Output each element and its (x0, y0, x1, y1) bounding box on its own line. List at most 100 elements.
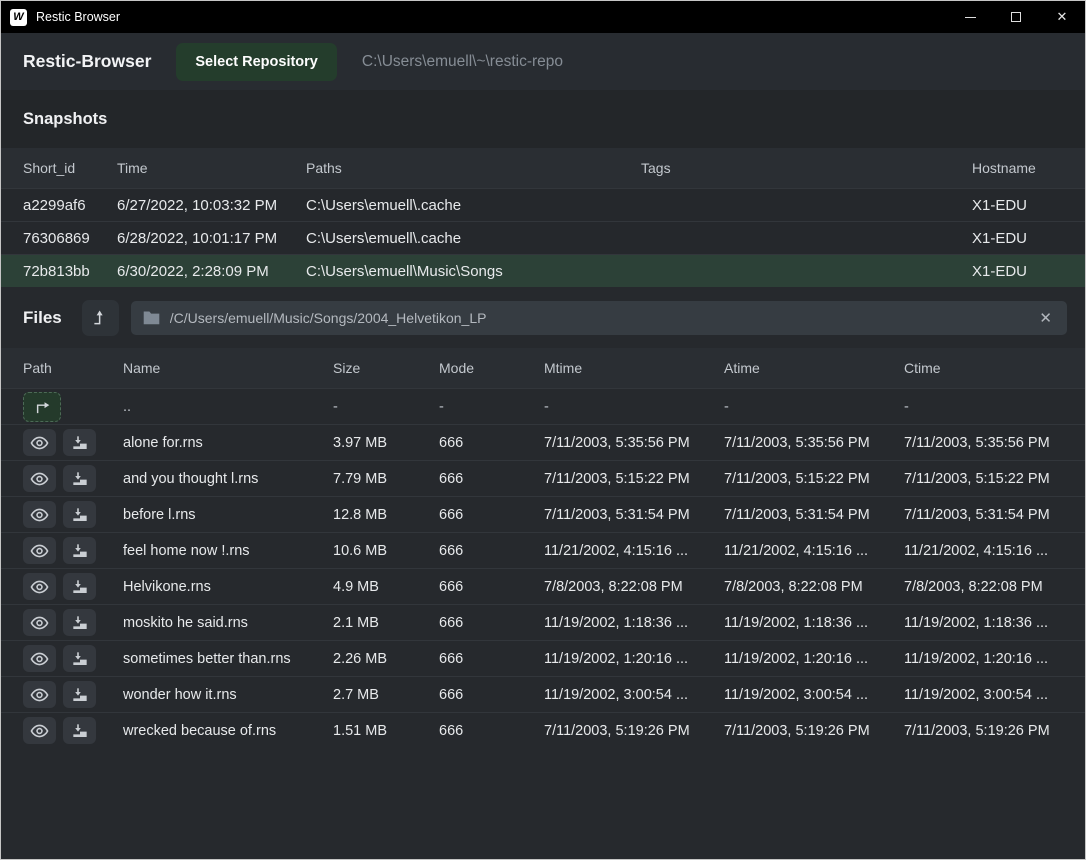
go-parent-button[interactable] (23, 392, 61, 422)
app-header: Restic-Browser Select Repository C:\User… (1, 33, 1085, 90)
snapshots-title: Snapshots (23, 110, 107, 129)
col-size: Size (333, 360, 439, 376)
snapshot-time: 6/27/2022, 10:03:32 PM (117, 197, 306, 214)
preview-file-button[interactable] (23, 537, 56, 564)
file-mtime: 7/8/2003, 8:22:08 PM (544, 579, 724, 595)
file-atime: 7/11/2003, 5:35:56 PM (724, 435, 904, 451)
app-window: W Restic Browser ✕ Restic-Browser Select… (0, 0, 1086, 860)
col-name: Name (123, 360, 333, 376)
restore-file-button[interactable] (63, 717, 96, 744)
preview-file-button[interactable] (23, 609, 56, 636)
file-size: 3.97 MB (333, 435, 439, 451)
file-atime: 7/11/2003, 5:15:22 PM (724, 471, 904, 487)
file-mtime: 11/19/2002, 3:00:54 ... (544, 687, 724, 703)
snapshot-hostname: X1-EDU (972, 263, 1085, 280)
preview-file-button[interactable] (23, 429, 56, 456)
file-name: before l.rns (123, 507, 333, 523)
download-icon (72, 471, 88, 487)
file-mtime: 7/11/2003, 5:15:22 PM (544, 471, 724, 487)
snapshot-paths: C:\Users\emuell\.cache (306, 197, 641, 214)
current-path-field[interactable]: /C/Users/emuell/Music/Songs/2004_Helveti… (131, 301, 1067, 335)
col-paths: Paths (306, 160, 641, 176)
file-mode: 666 (439, 651, 544, 667)
snapshot-short-id: a2299af6 (23, 197, 117, 214)
file-mode: - (439, 399, 544, 415)
file-name: alone for.rns (123, 435, 333, 451)
eye-icon (30, 687, 49, 703)
snapshot-time: 6/30/2022, 2:28:09 PM (117, 263, 306, 280)
file-mode: 666 (439, 723, 544, 739)
snapshot-row[interactable]: a2299af6 6/27/2022, 10:03:32 PM C:\Users… (1, 188, 1085, 221)
maximize-button[interactable] (993, 1, 1039, 33)
col-ctime: Ctime (904, 360, 1085, 376)
eye-icon (30, 615, 49, 631)
restore-file-button[interactable] (63, 573, 96, 600)
select-repository-button[interactable]: Select Repository (176, 43, 337, 81)
file-size: 2.26 MB (333, 651, 439, 667)
snapshot-row-selected[interactable]: 72b813bb 6/30/2022, 2:28:09 PM C:\Users\… (1, 254, 1085, 287)
file-atime: 7/8/2003, 8:22:08 PM (724, 579, 904, 595)
snapshot-paths: C:\Users\emuell\.cache (306, 230, 641, 247)
clear-path-button[interactable]: ✕ (1036, 309, 1055, 327)
eye-icon (30, 723, 49, 739)
parent-directory-row: .. - - - - - (1, 388, 1085, 424)
restore-file-button[interactable] (63, 465, 96, 492)
preview-file-button[interactable] (23, 501, 56, 528)
restore-file-button[interactable] (63, 429, 96, 456)
download-icon (72, 435, 88, 451)
restore-file-button[interactable] (63, 501, 96, 528)
close-button[interactable]: ✕ (1039, 1, 1085, 33)
file-name: moskito he said.rns (123, 615, 333, 631)
file-ctime: 11/19/2002, 1:18:36 ... (904, 615, 1085, 631)
file-ctime: 11/21/2002, 4:15:16 ... (904, 543, 1085, 559)
file-atime: 7/11/2003, 5:19:26 PM (724, 723, 904, 739)
snapshot-row[interactable]: 76306869 6/28/2022, 10:01:17 PM C:\Users… (1, 221, 1085, 254)
eye-icon (30, 543, 49, 559)
repository-path: C:\Users\emuell\~\restic-repo (362, 53, 563, 71)
download-icon (72, 723, 88, 739)
file-row: and you thought l.rns 7.79 MB 666 7/11/2… (1, 460, 1085, 496)
file-row: alone for.rns 3.97 MB 666 7/11/2003, 5:3… (1, 424, 1085, 460)
files-table-header: Path Name Size Mode Mtime Atime Ctime (1, 348, 1085, 388)
file-ctime: - (904, 399, 1085, 415)
window-controls: ✕ (947, 1, 1085, 33)
minimize-button[interactable] (947, 1, 993, 33)
window-title: Restic Browser (36, 10, 120, 24)
download-icon (72, 579, 88, 595)
restore-file-button[interactable] (63, 537, 96, 564)
download-icon (72, 543, 88, 559)
file-mtime: 11/19/2002, 1:20:16 ... (544, 651, 724, 667)
preview-file-button[interactable] (23, 465, 56, 492)
snapshot-time: 6/28/2022, 10:01:17 PM (117, 230, 306, 247)
col-path: Path (23, 360, 123, 376)
col-time: Time (117, 160, 306, 176)
file-row: Helvikone.rns 4.9 MB 666 7/8/2003, 8:22:… (1, 568, 1085, 604)
eye-icon (30, 435, 49, 451)
eye-icon (30, 471, 49, 487)
restore-file-button[interactable] (63, 645, 96, 672)
eye-icon (30, 507, 49, 523)
eye-icon (30, 651, 49, 667)
file-name: .. (123, 399, 333, 415)
preview-file-button[interactable] (23, 681, 56, 708)
file-ctime: 7/11/2003, 5:19:26 PM (904, 723, 1085, 739)
download-icon (72, 615, 88, 631)
file-ctime: 7/11/2003, 5:31:54 PM (904, 507, 1085, 523)
preview-file-button[interactable] (23, 573, 56, 600)
restore-file-button[interactable] (63, 681, 96, 708)
up-arrow-icon (91, 309, 109, 327)
preview-file-button[interactable] (23, 645, 56, 672)
app-title: Restic-Browser (23, 51, 151, 72)
goto-root-button[interactable] (82, 300, 119, 336)
file-mode: 666 (439, 687, 544, 703)
file-ctime: 11/19/2002, 1:20:16 ... (904, 651, 1085, 667)
file-size: 2.1 MB (333, 615, 439, 631)
col-hostname: Hostname (972, 160, 1085, 176)
snapshot-short-id: 76306869 (23, 230, 117, 247)
download-icon (72, 507, 88, 523)
preview-file-button[interactable] (23, 717, 56, 744)
file-row: wonder how it.rns 2.7 MB 666 11/19/2002,… (1, 676, 1085, 712)
files-title: Files (23, 308, 62, 328)
file-name: Helvikone.rns (123, 579, 333, 595)
restore-file-button[interactable] (63, 609, 96, 636)
